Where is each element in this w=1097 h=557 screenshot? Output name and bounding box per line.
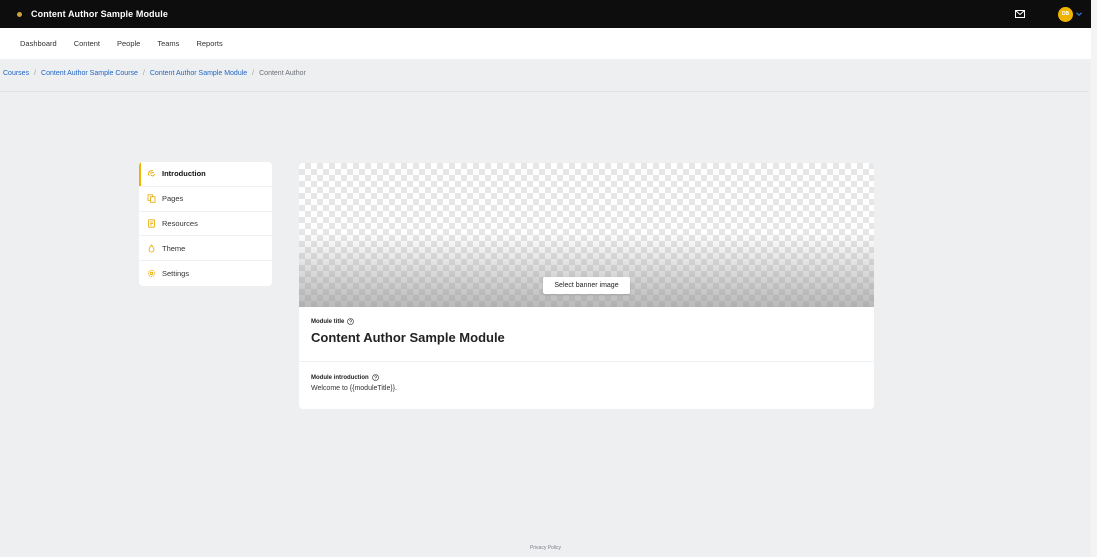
help-icon[interactable]	[347, 318, 355, 325]
module-title-input[interactable]: Content Author Sample Module	[311, 330, 862, 345]
breadcrumb-current: Content Author	[259, 70, 306, 77]
breadcrumb-separator: /	[252, 70, 255, 77]
side-menu-item-pages[interactable]: Pages	[139, 187, 272, 212]
breadcrumb-separator: /	[142, 70, 145, 77]
banner-gradient	[299, 232, 874, 307]
mail-icon[interactable]	[1015, 10, 1025, 18]
side-menu-label: Settings	[162, 269, 190, 279]
resources-icon	[147, 219, 156, 228]
topbar-actions: DB	[1015, 6, 1082, 22]
avatar[interactable]: DB	[1058, 6, 1073, 22]
breadcrumb-divider	[0, 91, 1088, 92]
module-intro-label-text: Module introduction	[311, 374, 369, 381]
breadcrumb: Courses / Content Author Sample Course /…	[3, 70, 306, 77]
module-title-section: Module title Content Author Sample Modul…	[311, 318, 862, 345]
side-menu-label: Pages	[162, 194, 184, 204]
nav-item-content[interactable]: Content	[74, 39, 100, 48]
nav-item-dashboard[interactable]: Dashboard	[20, 39, 57, 48]
privacy-policy-link[interactable]: Privacy Policy	[530, 545, 561, 551]
nav-item-people[interactable]: People	[117, 39, 140, 48]
app-title: Content Author Sample Module	[31, 9, 168, 19]
module-intro-section: Module introduction Welcome to {{moduleT…	[311, 374, 862, 392]
side-menu-label: Resources	[162, 218, 198, 228]
chevron-down-icon[interactable]	[1076, 11, 1082, 17]
side-menu-label: Introduction	[162, 169, 206, 179]
breadcrumb-course[interactable]: Content Author Sample Course	[41, 70, 138, 77]
side-menu-item-theme[interactable]: Theme	[139, 236, 272, 262]
breadcrumb-separator: /	[34, 70, 37, 77]
side-menu-item-introduction[interactable]: Introduction	[139, 162, 272, 187]
module-title-label-text: Module title	[311, 318, 345, 325]
banner-image-placeholder[interactable]: Select banner image	[299, 163, 874, 307]
nav-item-teams[interactable]: Teams	[157, 39, 179, 48]
module-editor-card: Select banner image Module title Content…	[299, 163, 874, 409]
side-menu-item-resources[interactable]: Resources	[139, 212, 272, 237]
nav-item-reports[interactable]: Reports	[196, 39, 222, 48]
side-menu-label: Theme	[162, 243, 186, 253]
top-bar: Content Author Sample Module DB	[0, 0, 1091, 28]
select-banner-image-button[interactable]: Select banner image	[543, 277, 630, 294]
gear-icon	[147, 269, 156, 278]
hand-wave-icon	[147, 169, 156, 178]
section-divider	[299, 361, 874, 362]
side-menu-item-settings[interactable]: Settings	[139, 261, 272, 286]
module-intro-input[interactable]: Welcome to {{moduleTitle}}.	[311, 385, 862, 392]
main-nav: Dashboard Content People Teams Reports	[0, 28, 1091, 59]
module-intro-label: Module introduction	[311, 374, 862, 381]
help-icon[interactable]	[371, 374, 379, 381]
module-title-label: Module title	[311, 318, 862, 325]
breadcrumb-courses[interactable]: Courses	[3, 70, 29, 77]
breadcrumb-module[interactable]: Content Author Sample Module	[150, 70, 247, 77]
page-edge	[1091, 0, 1097, 557]
pages-icon	[147, 194, 156, 203]
theme-drop-icon	[147, 244, 156, 253]
footer: Privacy Policy	[0, 545, 1091, 551]
app-logo-icon	[17, 11, 22, 17]
editor-side-menu: Introduction Pages Resources Theme Setti…	[139, 162, 272, 286]
